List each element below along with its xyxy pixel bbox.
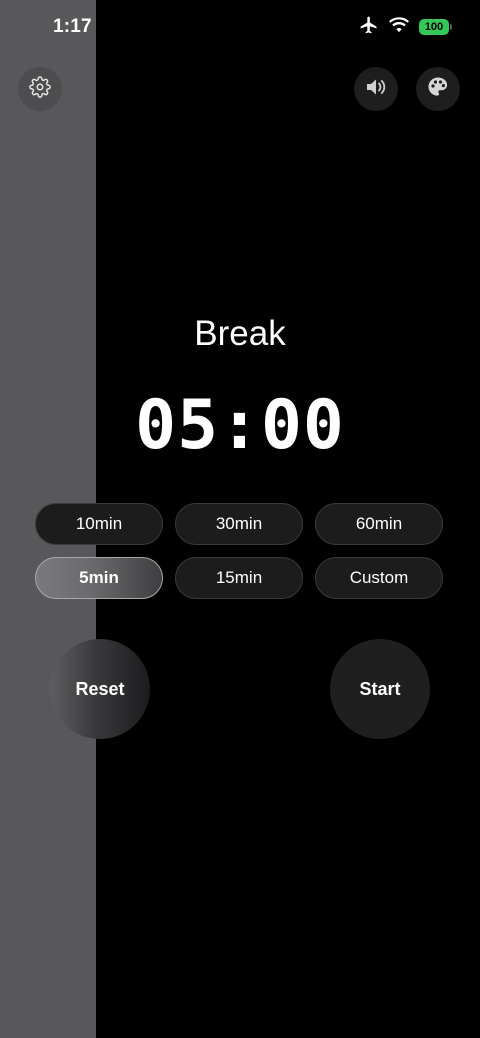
preset-30min-button[interactable]: 30min [175,503,303,545]
status-icons: 100 [359,16,452,38]
battery-icon: 100 [419,19,452,35]
wifi-icon [389,16,409,38]
preset-custom-button[interactable]: Custom [315,557,443,599]
palette-icon [426,75,450,104]
battery-tip [450,24,452,30]
timer-screen: 1:17 100 Break 05:00 10min 30min 60min 5… [0,0,480,1038]
theme-button[interactable] [416,67,460,111]
preset-10min-button[interactable]: 10min [35,503,163,545]
status-bar: 1:17 100 [0,0,480,56]
preset-5min-button[interactable]: 5min [35,557,163,599]
start-button[interactable]: Start [330,639,430,739]
battery-level: 100 [419,19,449,35]
timer-display: 05:00 [135,386,345,465]
mode-label: Break [194,314,286,353]
sound-button[interactable] [354,67,398,111]
preset-15min-button[interactable]: 15min [175,557,303,599]
status-time: 1:17 [53,16,92,37]
preset-60min-button[interactable]: 60min [315,503,443,545]
airplane-icon [359,15,379,40]
reset-button[interactable]: Reset [50,639,150,739]
settings-button[interactable] [18,67,62,111]
gear-icon [29,75,51,103]
speaker-icon [364,76,388,103]
